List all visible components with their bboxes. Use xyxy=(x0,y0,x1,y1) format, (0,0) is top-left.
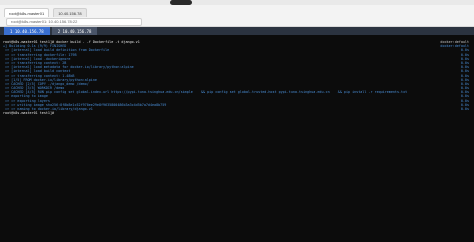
terminal-line: root@k8s-master01 test1]# xyxy=(3,111,471,115)
session-tab-1[interactable]: 1 10.40.156.78 xyxy=(4,27,50,35)
session-tab-bar: 1 10.40.156.78 2 10.40.156.78 xyxy=(0,27,474,35)
session-tab-2[interactable]: 2 10.40.156.78 xyxy=(51,27,98,35)
window-tab-1[interactable]: root@k8s-master01 xyxy=(4,8,50,17)
terminal-line-text: root@k8s-master01 test1]# xyxy=(3,111,55,116)
address-bar[interactable]: root@k8s-master01: 10.40.156.78:22 xyxy=(6,18,142,26)
window-tab-2[interactable]: 10.40.156.78 xyxy=(53,8,87,17)
terminal-window[interactable]: root@k8s-master01 test1]# docker build .… xyxy=(0,36,474,242)
terminal-output: root@k8s-master01 test1]# docker build .… xyxy=(3,40,471,115)
app-toolbar: root@k8s-master01 10.40.156.78 root@k8s-… xyxy=(0,5,474,27)
window-tabs: root@k8s-master01 10.40.156.78 xyxy=(0,8,87,17)
